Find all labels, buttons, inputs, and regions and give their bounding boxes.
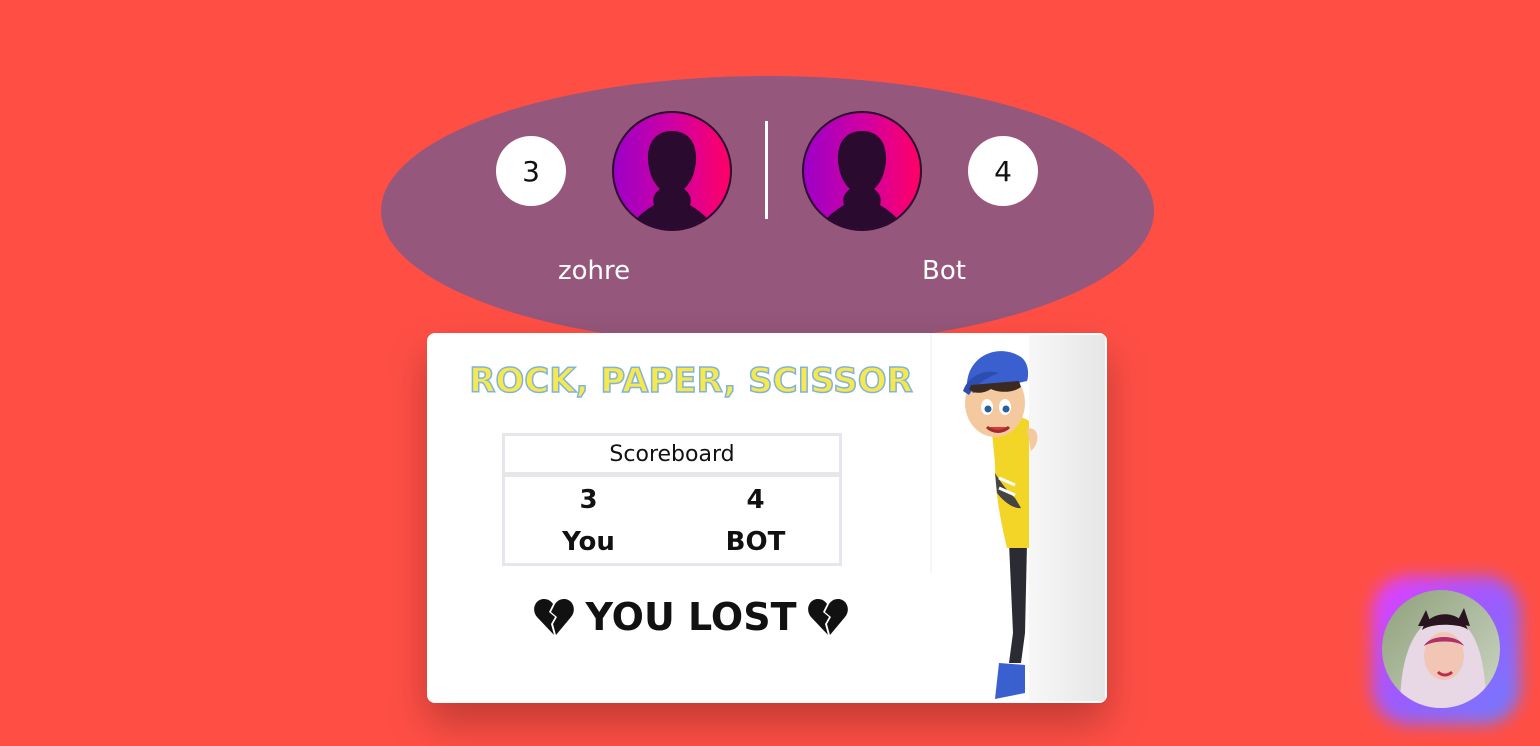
right-player-name: Bot: [922, 256, 966, 286]
scoreboard: Scoreboard 3 4 You BOT: [502, 433, 842, 566]
scoreboard-header: Scoreboard: [505, 436, 839, 477]
broken-heart-icon: [807, 599, 848, 635]
result-banner: YOU LOST: [467, 595, 915, 639]
cartoon-boy-illustration: [929, 333, 1107, 703]
game-card: ROCK, PAPER, SCISSOR Scoreboard 3 4 You …: [427, 333, 1107, 703]
right-player-avatar-icon: [802, 111, 922, 231]
game-title: ROCK, PAPER, SCISSOR: [468, 360, 913, 402]
left-player-score: 3: [496, 136, 566, 206]
result-text: YOU LOST: [585, 595, 797, 639]
scoreboard-you-label: You: [562, 527, 615, 557]
profile-photo[interactable]: [1382, 590, 1500, 708]
scoreboard-bot-label: BOT: [725, 527, 786, 557]
scoreboard-bot-score: 4: [746, 485, 765, 515]
left-player-avatar-icon: [612, 111, 732, 231]
players-divider: [765, 121, 768, 219]
scoreboard-you-score: 3: [579, 485, 598, 515]
broken-heart-icon: [534, 599, 575, 635]
left-player-name: zohre: [558, 256, 631, 286]
profile-photo-widget[interactable]: [1372, 576, 1520, 724]
right-player-score: 4: [968, 136, 1038, 206]
